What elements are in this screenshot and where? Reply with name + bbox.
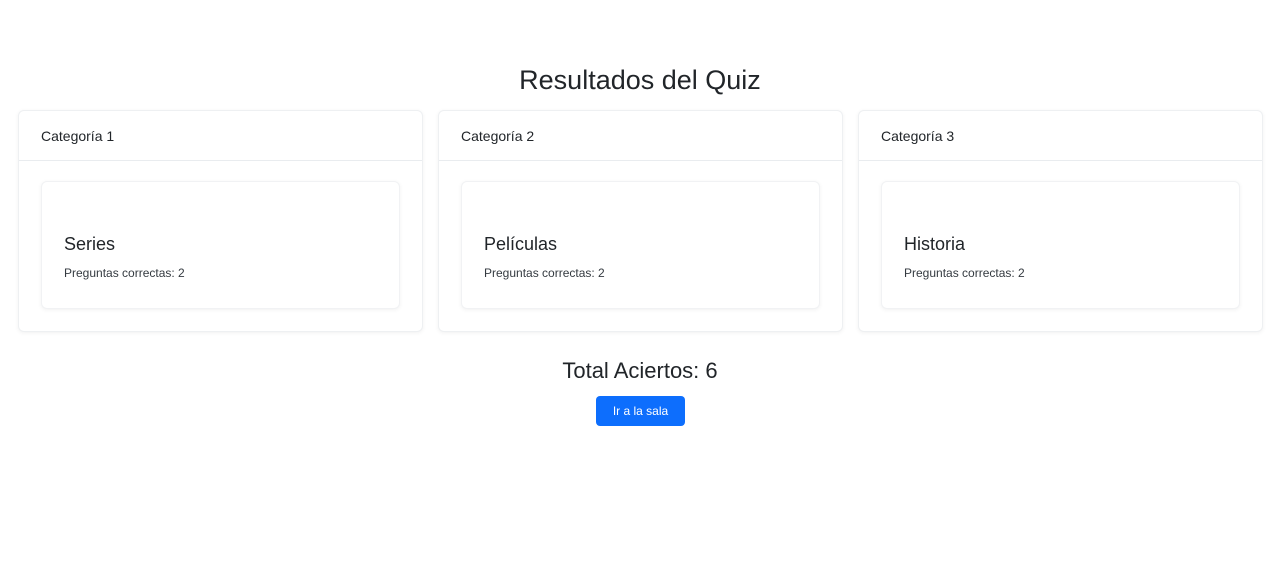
category-card-3: Categoría 3 Historia Preguntas correctas… — [858, 110, 1263, 332]
category-header: Categoría 2 — [439, 111, 842, 161]
category-name: Historia — [904, 234, 966, 254]
category-result-card: Historia Preguntas correctas: 2 — [881, 181, 1240, 309]
category-header: Categoría 3 — [859, 111, 1262, 161]
total-score: Total Aciertos: 6 — [562, 358, 718, 383]
category-result-card: Series Preguntas correctas: 2 — [41, 181, 400, 309]
correct-answers-text: Preguntas correctas: 2 — [484, 266, 605, 280]
category-card-1: Categoría 1 Series Preguntas correctas: … — [18, 110, 423, 332]
category-result-card: Películas Preguntas correctas: 2 — [461, 181, 820, 309]
quiz-results-page: Resultados del Quiz Categoría 1 Series P… — [0, 0, 1280, 587]
category-name: Series — [64, 234, 116, 254]
category-body: Series Preguntas correctas: 2 — [19, 161, 422, 331]
correct-answers-text: Preguntas correctas: 2 — [64, 266, 185, 280]
category-header: Categoría 1 — [19, 111, 422, 161]
categories-grid: Categoría 1 Series Preguntas correctas: … — [18, 110, 1263, 332]
category-body: Historia Preguntas correctas: 2 — [859, 161, 1262, 331]
page-title: Resultados del Quiz — [519, 65, 761, 95]
correct-answers-text: Preguntas correctas: 2 — [904, 266, 1025, 280]
category-body: Películas Preguntas correctas: 2 — [439, 161, 842, 331]
category-name: Películas — [484, 234, 558, 254]
category-card-2: Categoría 2 Películas Preguntas correcta… — [438, 110, 843, 332]
go-to-room-button[interactable]: Ir a la sala — [596, 396, 685, 426]
